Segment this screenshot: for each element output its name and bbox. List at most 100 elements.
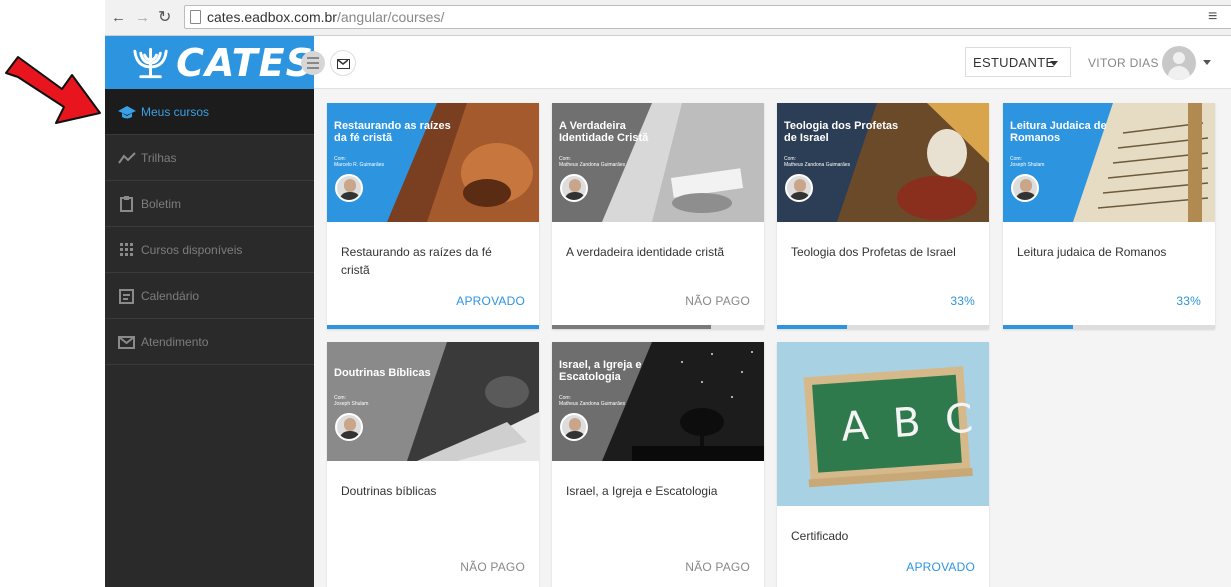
instructor-avatar xyxy=(785,174,813,202)
sidebar-toggle-button[interactable] xyxy=(301,51,325,75)
course-status: 33% xyxy=(1176,294,1201,308)
graduation-cap-icon xyxy=(118,105,136,118)
course-name: Certificado xyxy=(791,529,849,543)
instructor-avatar xyxy=(335,174,363,202)
course-instructor: Com: Matheus Zandona Guimarães xyxy=(784,156,851,168)
course-card[interactable]: Restaurando as raízes da fé cristã Com: M… xyxy=(327,103,539,329)
course-banner-title: Restaurando as raízes da fé cristã xyxy=(334,120,451,144)
red-arrow-annotation xyxy=(5,56,101,124)
course-progress-bar xyxy=(1003,325,1215,329)
menu-line-icon xyxy=(307,62,319,64)
course-banner: Leitura Judaica de Romanos Com: Joseph Sh… xyxy=(1003,103,1215,222)
certificate-card[interactable]: A B C Certificado APROVADO xyxy=(777,342,989,587)
envelope-icon xyxy=(118,335,135,349)
logo-area[interactable]: CATES xyxy=(105,36,314,89)
sidebar-item-calendario[interactable]: Calendário xyxy=(105,273,314,319)
course-banner: Israel, a Igreja e Escatologia Com: Mathe… xyxy=(552,342,764,461)
course-card[interactable]: Israel, a Igreja e Escatologia Com: Mathe… xyxy=(552,342,764,587)
browser-menu-icon[interactable]: ≡ xyxy=(1208,8,1217,26)
course-progress-bar xyxy=(552,325,764,329)
course-progress-bar xyxy=(777,325,989,329)
calendar-icon xyxy=(119,288,134,304)
course-status: APROVADO xyxy=(456,294,525,308)
course-banner-title: Doutrinas Bíblicas xyxy=(334,367,431,379)
chalkboard-letters: A B C xyxy=(839,395,981,451)
course-name: Restaurando as raízes da fé cristã xyxy=(341,245,492,277)
progress-fill xyxy=(552,325,711,329)
course-card[interactable]: Doutrinas Bíblicas Com: Joseph Shulam Dou… xyxy=(327,342,539,587)
trend-line-icon xyxy=(118,151,136,164)
clipboard-icon xyxy=(120,195,133,212)
instructor-avatar xyxy=(1011,174,1039,202)
instructor-avatar xyxy=(335,413,363,441)
menu-line-icon xyxy=(307,57,319,59)
progress-fill xyxy=(1003,325,1073,329)
progress-fill xyxy=(327,325,539,329)
course-banner: Teologia dos Profetas de Israel Com: Math… xyxy=(777,103,989,222)
certificate-banner: A B C xyxy=(777,342,989,506)
page-icon xyxy=(190,10,201,24)
grid-icon xyxy=(120,242,133,256)
course-status: NÃO PAGO xyxy=(685,560,750,574)
sidebar-item-label: Cursos disponíveis xyxy=(141,242,243,257)
course-card[interactable]: Teologia dos Profetas de Israel Com: Math… xyxy=(777,103,989,329)
envelope-icon xyxy=(337,59,350,69)
menu-line-icon xyxy=(307,67,319,69)
course-status: 33% xyxy=(950,294,975,308)
sidebar-item-label: Boletim xyxy=(141,196,182,211)
sidebar-item-label: Atendimento xyxy=(141,334,209,349)
course-banner-title: Israel, a Igreja e Escatologia xyxy=(559,359,642,383)
course-card[interactable]: Leitura Judaica de Romanos Com: Joseph Sh… xyxy=(1003,103,1215,329)
course-instructor: Com: Matheus Zandona Guimarães xyxy=(559,156,626,168)
sidebar-item-cursos-disponiveis[interactable]: Cursos disponíveis xyxy=(105,227,314,273)
browser-toolbar: ← → ↻ cates.eadbox.com.br/angular/course… xyxy=(105,0,1231,36)
reload-icon[interactable]: ↻ xyxy=(158,9,171,27)
caret-down-icon xyxy=(1050,61,1058,66)
messages-button[interactable] xyxy=(330,50,356,76)
user-avatar[interactable] xyxy=(1162,46,1196,80)
url-text: cates.eadbox.com.br/angular/courses/ xyxy=(207,9,445,25)
course-instructor: Com: Marcelo R. Guimarães xyxy=(334,156,385,168)
course-banner-title: Leitura Judaica de Romanos xyxy=(1010,120,1107,144)
instructor-avatar xyxy=(560,413,588,441)
course-instructor: Com: Joseph Shulam xyxy=(1010,156,1045,168)
course-banner: A Verdadeira Identidade Cristã Com: Mathe… xyxy=(552,103,764,222)
user-menu-caret-icon[interactable] xyxy=(1203,60,1211,65)
logo-text: CATES xyxy=(176,40,314,85)
sidebar-item-label: Trilhas xyxy=(141,150,177,165)
course-banner: Restaurando as raízes da fé cristã Com: M… xyxy=(327,103,539,222)
course-card[interactable]: A Verdadeira Identidade Cristã Com: Mathe… xyxy=(552,103,764,329)
course-banner: Doutrinas Bíblicas Com: Joseph Shulam xyxy=(327,342,539,461)
course-instructor: Com: Joseph Shulam xyxy=(334,395,369,407)
course-status: APROVADO xyxy=(906,560,975,574)
sidebar-item-meus-cursos[interactable]: Meus cursos xyxy=(105,89,314,135)
course-name: Israel, a Igreja e Escatologia xyxy=(566,484,718,498)
course-status: NÃO PAGO xyxy=(685,294,750,308)
courses-grid: Restaurando as raízes da fé cristã Com: M… xyxy=(314,89,1231,587)
avatar-head xyxy=(1173,52,1185,64)
course-name: Teologia dos Profetas de Israel xyxy=(791,245,956,259)
course-name: Leitura judaica de Romanos xyxy=(1017,245,1167,259)
sidebar-item-label: Meus cursos xyxy=(141,104,210,119)
sidebar-item-trilhas[interactable]: Trilhas xyxy=(105,135,314,181)
back-arrow-icon[interactable]: ← xyxy=(111,9,126,27)
course-banner-title: A Verdadeira Identidade Cristã xyxy=(559,120,649,144)
menorah-logo-icon xyxy=(133,47,168,78)
sidebar-item-label: Calendário xyxy=(141,288,200,303)
course-name: Doutrinas bíblicas xyxy=(341,484,437,498)
sidebar-item-boletim[interactable]: Boletim xyxy=(105,181,314,227)
sidebar: Meus cursos Trilhas Boletim Cursos dispo… xyxy=(105,89,314,587)
address-bar[interactable]: cates.eadbox.com.br/angular/courses/ ☆ xyxy=(184,5,1231,29)
role-dropdown[interactable]: ESTUDANTE xyxy=(965,47,1071,77)
avatar-body xyxy=(1168,66,1190,80)
sidebar-item-atendimento[interactable]: Atendimento xyxy=(105,319,314,365)
course-banner-title: Teologia dos Profetas de Israel xyxy=(784,120,899,144)
instructor-avatar xyxy=(560,174,588,202)
course-status: NÃO PAGO xyxy=(460,560,525,574)
course-instructor: Com: Matheus Zandona Guimarães xyxy=(559,395,626,407)
app-header: ESTUDANTE VITOR DIAS xyxy=(301,36,1231,89)
forward-arrow-icon[interactable]: → xyxy=(135,9,150,27)
progress-fill xyxy=(777,325,847,329)
user-name[interactable]: VITOR DIAS xyxy=(1088,56,1159,70)
role-dropdown-label: ESTUDANTE xyxy=(973,55,1055,70)
